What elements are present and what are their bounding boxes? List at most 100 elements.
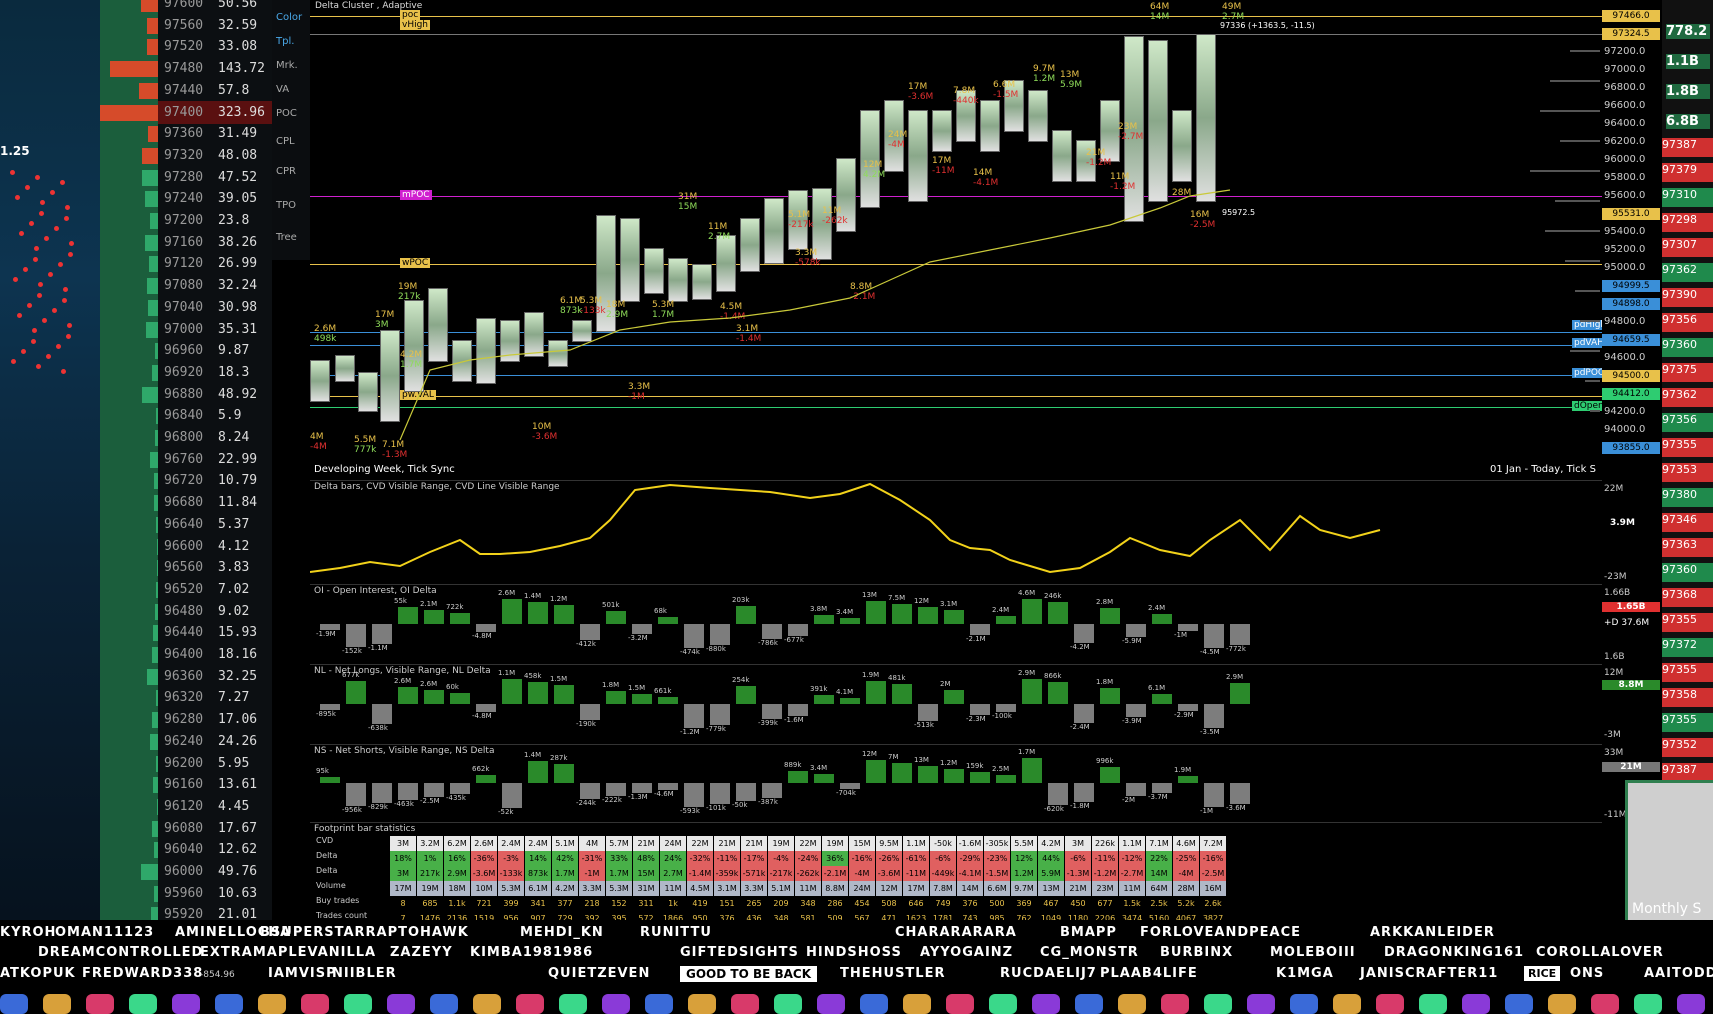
delta-bar-label: -4.6M — [654, 790, 674, 798]
delta-bar-label: -435k — [446, 794, 466, 802]
color-button[interactable]: Color — [276, 12, 302, 23]
stats-cell: 508 — [876, 896, 902, 911]
trade-row: 97368 — [1662, 588, 1713, 607]
delta-bar — [788, 704, 808, 716]
ladder-price: 97520 — [164, 39, 204, 55]
delta-bar-label: 3.1M — [940, 600, 958, 608]
delta-bar — [424, 610, 444, 624]
bubble — [0, 0, 28, 28]
chat-banner: GOOD TO BE BACK — [680, 966, 818, 982]
delta-bar — [1178, 624, 1198, 631]
emote-sprite — [1032, 994, 1060, 1014]
ns-delta-bars: 95k -956k -829k -463k -2.5M -435k 662k -52k 1.4M… — [310, 744, 1602, 822]
emote-sprite — [1548, 994, 1576, 1014]
delta-bar — [528, 761, 548, 783]
chat-username: DREAMCONTROLLED — [38, 945, 204, 960]
stats-cell: 500 — [984, 896, 1010, 911]
price-tag: 94500.0 — [1602, 370, 1660, 382]
emote-sprite — [1634, 994, 1662, 1014]
chat-username: OMAN11123 — [55, 925, 155, 940]
price-tick: 94000.0 — [1604, 424, 1646, 435]
delta-bar — [554, 764, 574, 783]
trade-dot — [39, 211, 44, 216]
delta-bar-label: 2M — [940, 680, 951, 688]
va-dropdown[interactable]: VA — [276, 84, 289, 95]
ladder-price: 96000 — [164, 864, 204, 879]
cpr-dropdown[interactable]: CPR — [276, 166, 296, 177]
delta-bar — [788, 624, 808, 636]
delta-bar-label: -1.9M — [316, 630, 336, 638]
delta-bar-label: -1.6M — [784, 716, 804, 724]
marker-dropdown[interactable]: Mrk. — [276, 60, 298, 71]
stats-cell: 28M — [1173, 881, 1199, 896]
chat-username: FREDWARD338 — [82, 966, 204, 981]
volume-bar — [147, 299, 158, 316]
stats-cell: 2.9M — [444, 866, 470, 881]
delta-bar-label: 2.9M — [1226, 673, 1244, 681]
ladder-price: 97200 — [164, 213, 204, 228]
stats-cell: -29% — [957, 851, 983, 866]
delta-bar-label: 287k — [550, 754, 568, 762]
delta-bar — [502, 679, 522, 704]
delta-bar — [580, 704, 600, 720]
trade-dot — [50, 190, 55, 195]
stats-cell: -2.1M — [822, 866, 848, 881]
trade-dot — [35, 175, 40, 180]
emote-sprite — [86, 994, 114, 1014]
main-chart[interactable]: Delta Cluster , Adaptive poc vHigh mPOC … — [310, 0, 1609, 920]
template-button[interactable]: Tpl. — [276, 36, 294, 47]
stats-cell: 1.7M — [552, 866, 578, 881]
delta-bar — [814, 774, 834, 783]
nl-delta-bars: -895k 677k -638k 2.6M 2.6M 60k -4.8M 1.1M 458k 1.… — [310, 664, 1602, 744]
delta-bar-label: 68k — [654, 607, 667, 615]
ladder-row: 97240 39.05 — [158, 187, 272, 210]
emote-sprite — [903, 994, 931, 1014]
stats-cell: -571k — [741, 866, 767, 881]
ladder-volume: 38.26 — [218, 234, 258, 250]
ladder-row: 97280 47.52 — [158, 166, 272, 189]
stats-cell: 7.8M — [930, 881, 956, 896]
delta-bar — [840, 698, 860, 704]
delta-bar-label: -829k — [368, 803, 388, 811]
ladder-volume: 10.63 — [218, 885, 258, 901]
tree-button[interactable]: Tree — [276, 232, 297, 243]
delta-bar — [944, 690, 964, 704]
trade-dot — [67, 323, 72, 328]
trade-row: 97387 — [1662, 138, 1713, 157]
stats-cell: -36% — [471, 851, 497, 866]
delta-bar — [606, 691, 626, 704]
tpo-dropdown[interactable]: TPO — [276, 200, 296, 211]
delta-bar-label: 1.5M — [550, 675, 568, 683]
emote-sprite — [860, 994, 888, 1014]
delta-bar — [996, 704, 1016, 712]
delta-bar — [710, 783, 730, 804]
price-tick: 97200.0 — [1604, 46, 1646, 57]
delta-bar — [554, 605, 574, 624]
stats-cell: 24M — [660, 836, 686, 851]
price-tick: 94800.0 — [1604, 316, 1646, 327]
delta-bar-label: 1.2M — [550, 595, 568, 603]
delta-bar-label: -895k — [316, 710, 336, 718]
ladder-volume: 323.96 — [218, 104, 265, 120]
stats-cell: 677 — [1092, 896, 1118, 911]
delta-bar-label: 1.5M — [628, 684, 646, 692]
delta-bar-label: 6.1M — [1148, 684, 1166, 692]
trade-dot — [66, 334, 71, 339]
delta-bar-label: -1.1M — [368, 644, 388, 652]
poc-dropdown[interactable]: POC — [276, 108, 297, 119]
delta-bar — [736, 686, 756, 704]
emote-sprite — [258, 994, 286, 1014]
stats-cell: 11M — [1119, 881, 1145, 896]
delta-bar-label: 1.8M — [1096, 678, 1114, 686]
volume-bar — [141, 147, 158, 164]
ladder-row: 97000 35.31 — [158, 318, 272, 341]
ladder-volume: 35.31 — [218, 321, 258, 337]
volume-profile-bars — [100, 0, 158, 924]
delta-bar — [918, 766, 938, 783]
cpl-dropdown[interactable]: CPL — [276, 136, 295, 147]
delta-bar — [762, 704, 782, 719]
trade-row: 97355 — [1662, 663, 1713, 682]
emote-sprite — [172, 994, 200, 1014]
ladder-row: 96640 5.37 — [158, 513, 272, 536]
stats-cell: 376 — [957, 896, 983, 911]
